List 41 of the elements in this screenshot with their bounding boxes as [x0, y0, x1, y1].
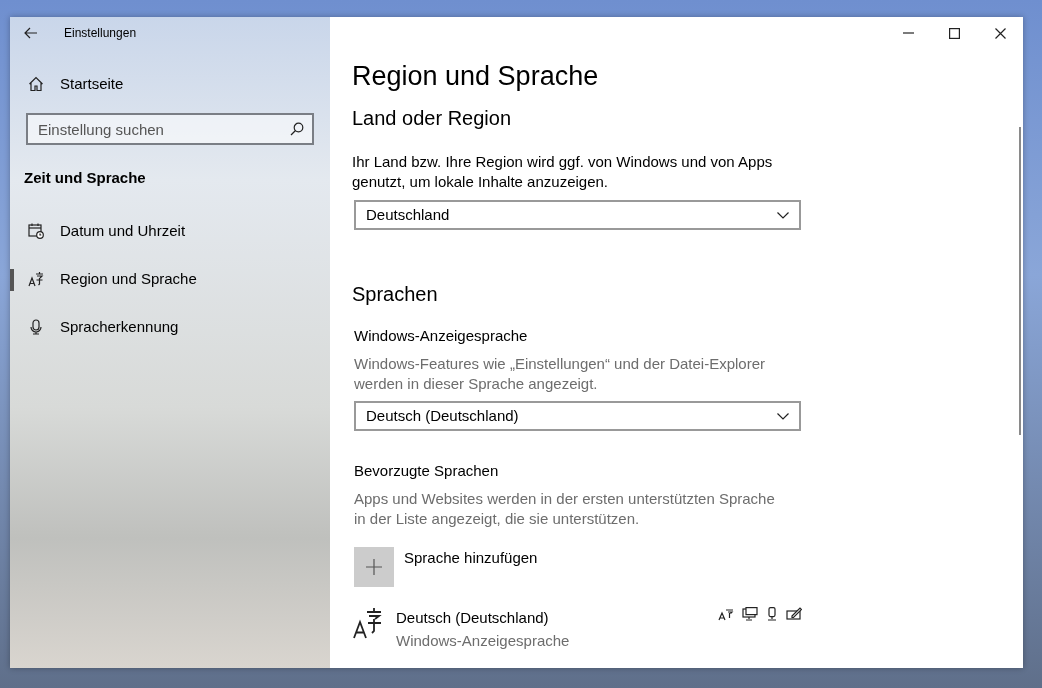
scrollbar[interactable] [1019, 127, 1021, 435]
back-arrow-icon [24, 27, 38, 39]
plus-icon [366, 559, 382, 575]
dropdown[interactable]: Deutschland [354, 200, 801, 230]
field-label: Bevorzugte Sprachen [354, 461, 500, 481]
description: Ihr Land bzw. Ihre Region wird ggf. von Windows und von Apps genutzt, um lokale Inhalte anzuzeigen. [352, 152, 774, 192]
home-icon [28, 76, 44, 92]
close-icon [994, 27, 1006, 39]
language-detail: Windows-Anzeigesprache [396, 630, 571, 651]
section-heading: Sprachen [352, 282, 439, 307]
language-icon [352, 607, 382, 639]
language-name: Deutsch (Deutschland) [396, 608, 550, 628]
sidebar-item[interactable]: Region und Sprache [10, 255, 330, 303]
language-pack-icon [718, 607, 734, 621]
description: Windows-Features wie „Einstellungen“ und der Datei-Explorer werden in dieser Sprache angezeigt. [354, 354, 766, 394]
home-nav-item[interactable]: Startseite [10, 63, 330, 105]
sidebar-item[interactable]: Datum und Uhrzeit [10, 207, 330, 255]
handwriting-icon [786, 607, 802, 621]
chevron-down-icon [777, 211, 789, 219]
back-button[interactable] [24, 27, 38, 39]
section-heading: Zeit und Sprache [23, 168, 147, 188]
sidebar-item[interactable]: Spracherkennung [10, 303, 330, 351]
maximize-icon [948, 27, 960, 39]
section-heading: Land oder Region [352, 106, 512, 131]
microphone-icon [28, 319, 44, 335]
add-language-label[interactable]: Sprache hinzufügen [404, 547, 538, 587]
minimize-icon [902, 32, 914, 34]
monitor-icon [742, 607, 758, 621]
chevron-down-icon [777, 412, 789, 420]
field-label: Windows-Anzeigesprache [354, 326, 529, 346]
dropdown[interactable]: Deutsch (Deutschland) [354, 401, 801, 431]
language-list-item[interactable]: Deutsch (Deutschland) Windows-Anzeigesprache [352, 607, 802, 652]
search-icon [290, 122, 304, 136]
microphone-icon [766, 607, 778, 621]
description: Apps und Websites werden in der ersten unterstützten Sprache in der Liste angezeigt, die sie unterstützen. [354, 489, 776, 529]
search-field[interactable]: Einstellung suchen [26, 113, 314, 145]
window-title: Einstellungen [64, 25, 137, 42]
page-title: Region und Sprache [352, 60, 600, 93]
calendar-icon [28, 223, 44, 239]
add-language-button[interactable] [354, 547, 394, 587]
language-icon [28, 271, 44, 287]
